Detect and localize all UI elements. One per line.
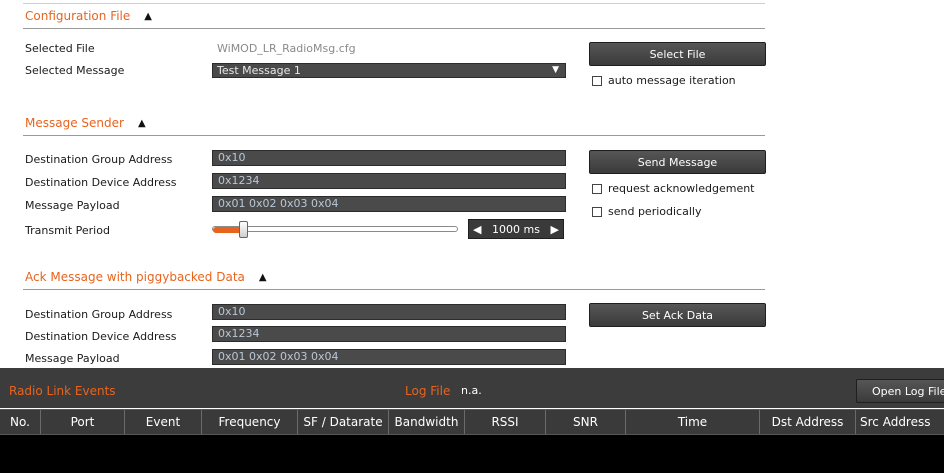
- column-header-sf-datarate[interactable]: SF / Datarate: [298, 410, 389, 434]
- send-message-button[interactable]: Send Message: [589, 150, 766, 174]
- ack-device-address-field[interactable]: 0x1234: [212, 326, 566, 342]
- request-ack-checkbox[interactable]: request acknowledgement: [592, 182, 755, 195]
- send-periodically-label: send periodically: [608, 205, 702, 218]
- column-header-frequency[interactable]: Frequency: [202, 410, 298, 434]
- collapse-arrow-icon[interactable]: ▲: [144, 11, 152, 22]
- sender-section-title: Message Sender: [25, 116, 124, 130]
- transmit-period-slider-thumb[interactable]: [238, 221, 248, 238]
- ack-section-header: Ack Message with piggybacked Data ▲: [25, 270, 267, 284]
- checkbox-box[interactable]: [592, 206, 602, 217]
- dropdown-arrow-icon: ▼: [552, 65, 559, 75]
- payload-field[interactable]: 0x01 0x02 0x03 0x04: [212, 196, 566, 212]
- column-header-no[interactable]: No.: [0, 410, 41, 434]
- radio-link-events-bar: Radio Link Events Log File n.a. Open Log…: [0, 368, 944, 408]
- radio-link-events-title: Radio Link Events: [9, 384, 116, 398]
- ack-group-address-label: Destination Group Address: [25, 308, 173, 321]
- ack-section-rule: [23, 289, 765, 290]
- config-section-title: Configuration File: [25, 9, 131, 23]
- collapse-arrow-icon[interactable]: ▲: [259, 272, 267, 283]
- ack-section-title: Ack Message with piggybacked Data: [25, 270, 245, 284]
- selected-file-value: WiMOD_LR_RadioMsg.cfg: [217, 42, 356, 55]
- sender-section-rule: [23, 135, 765, 136]
- selected-message-value: Test Message 1: [217, 64, 301, 77]
- transmit-period-stepper[interactable]: ◀ 1000 ms ▶: [468, 219, 564, 239]
- checkbox-box[interactable]: [592, 183, 602, 194]
- column-header-port[interactable]: Port: [41, 410, 125, 434]
- decrement-arrow-icon[interactable]: ◀: [473, 223, 481, 236]
- column-header-time[interactable]: Time: [626, 410, 760, 434]
- column-header-dst-address[interactable]: Dst Address: [760, 410, 856, 434]
- selected-message-label: Selected Message: [25, 64, 125, 77]
- ack-payload-field[interactable]: 0x01 0x02 0x03 0x04: [212, 349, 566, 365]
- config-section-rule: [23, 28, 765, 29]
- log-file-value: n.a.: [461, 384, 482, 397]
- open-log-file-button[interactable]: Open Log File: [856, 379, 944, 403]
- device-address-field[interactable]: 0x1234: [212, 173, 566, 189]
- group-address-field[interactable]: 0x10: [212, 150, 566, 166]
- collapse-arrow-icon[interactable]: ▲: [138, 118, 146, 129]
- payload-label: Message Payload: [25, 199, 120, 212]
- config-section-header: Configuration File ▲: [25, 9, 152, 23]
- select-file-button[interactable]: Select File: [589, 42, 766, 66]
- column-header-bandwidth[interactable]: Bandwidth: [389, 410, 465, 434]
- sender-section-header: Message Sender ▲: [25, 116, 146, 130]
- request-ack-label: request acknowledgement: [608, 182, 755, 195]
- column-header-src-address[interactable]: Src Address: [856, 410, 944, 434]
- auto-iteration-label: auto message iteration: [608, 74, 736, 87]
- column-header-rssi[interactable]: RSSI: [465, 410, 546, 434]
- device-address-label: Destination Device Address: [25, 176, 177, 189]
- ack-group-address-field[interactable]: 0x10: [212, 304, 566, 320]
- column-header-event[interactable]: Event: [125, 410, 202, 434]
- ack-payload-label: Message Payload: [25, 352, 120, 365]
- log-file-label: Log File: [405, 384, 451, 398]
- transmit-period-value: 1000 ms: [492, 222, 540, 236]
- events-table-body[interactable]: [0, 435, 944, 473]
- events-table-header: No. Port Event Frequency SF / Datarate B…: [0, 409, 944, 435]
- selected-message-dropdown[interactable]: Test Message 1 ▼: [212, 63, 566, 78]
- checkbox-box[interactable]: [592, 75, 602, 86]
- transmit-period-label: Transmit Period: [25, 224, 110, 237]
- column-header-snr[interactable]: SNR: [546, 410, 626, 434]
- group-address-label: Destination Group Address: [25, 153, 173, 166]
- ack-device-address-label: Destination Device Address: [25, 330, 177, 343]
- transmit-period-slider[interactable]: [212, 226, 458, 232]
- increment-arrow-icon[interactable]: ▶: [551, 223, 559, 236]
- send-periodically-checkbox[interactable]: send periodically: [592, 205, 701, 218]
- top-divider: [23, 3, 765, 4]
- set-ack-data-button[interactable]: Set Ack Data: [589, 303, 766, 327]
- selected-file-label: Selected File: [25, 42, 95, 55]
- auto-iteration-checkbox[interactable]: auto message iteration: [592, 74, 736, 87]
